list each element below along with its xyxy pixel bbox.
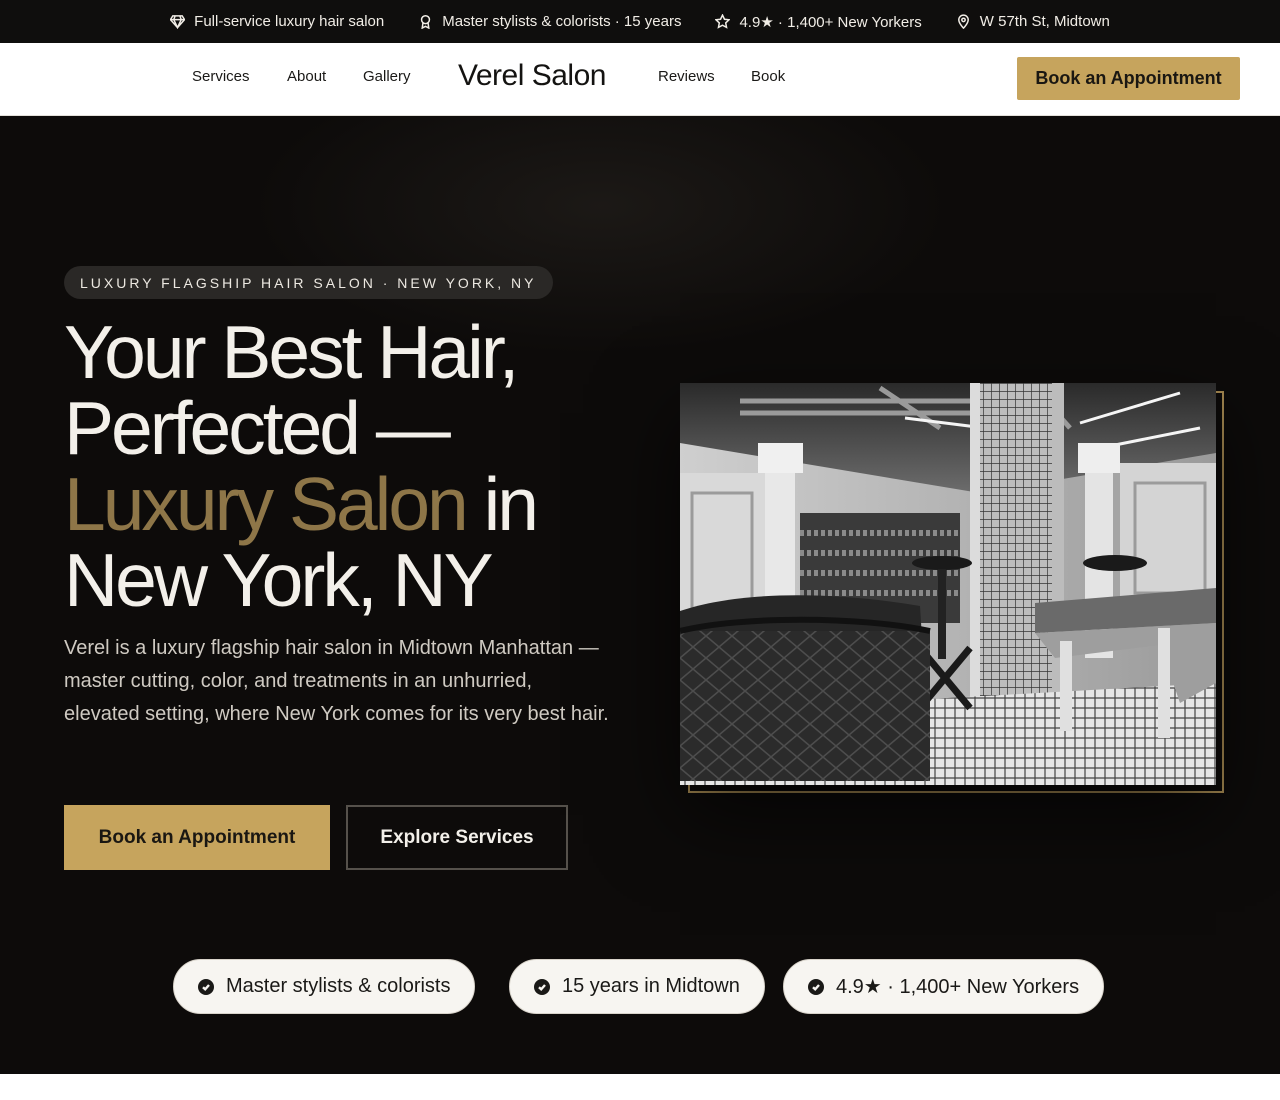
badge-text: 15 years in Midtown	[562, 975, 740, 997]
nav-book-appointment-button[interactable]: Book an Appointment	[1017, 57, 1240, 100]
main-nav: Services About Gallery Verel Salon Revie…	[0, 43, 1280, 116]
check-circle-icon	[198, 978, 214, 995]
check-circle-icon	[808, 978, 824, 995]
nav-link-gallery[interactable]: Gallery	[363, 68, 411, 85]
hero-headline: Your Best Hair, Perfected — Luxury Salon…	[64, 314, 664, 618]
headline-line-4: New York, NY	[64, 538, 494, 622]
headline-line-1: Your Best Hair,	[64, 310, 519, 394]
site-logo[interactable]: Verel Salon	[458, 59, 606, 93]
topbar-item-service: Full-service luxury hair salon	[170, 13, 384, 30]
award-icon	[421, 14, 431, 29]
location-pin-icon	[957, 14, 969, 29]
salon-interior-photo	[680, 383, 1216, 785]
headline-line-2: Perfected —	[64, 386, 451, 470]
topbar-item-stylists: Master stylists & colorists · 15 years	[418, 13, 681, 30]
headline-after-gold: in	[465, 462, 539, 546]
badge-text: Master stylists & colorists	[226, 975, 451, 997]
hero-section: LUXURY FLAGSHIP HAIR SALON · NEW YORK, N…	[0, 116, 1280, 1074]
nav-link-services[interactable]: Services	[192, 68, 250, 85]
headline-gold-text: Luxury Salon	[64, 462, 469, 546]
nav-link-book[interactable]: Book	[751, 68, 785, 85]
badge-text: 4.9★ · 1,400+ New Yorkers	[836, 976, 1080, 998]
diamond-icon	[170, 15, 186, 29]
topbar-item-location: W 57th St, Midtown	[956, 13, 1110, 30]
topbar-text: Full-service luxury hair salon	[194, 13, 385, 30]
topbar-text: 4.9★ · 1,400+ New Yorkers	[739, 13, 922, 31]
star-icon	[715, 14, 731, 29]
nav-link-reviews[interactable]: Reviews	[658, 68, 715, 85]
announcement-bar: Full-service luxury hair salon Master st…	[0, 0, 1280, 43]
hero-book-appointment-button[interactable]: Book an Appointment	[64, 805, 330, 870]
badge-master-stylists: Master stylists & colorists	[173, 959, 476, 1014]
nav-link-about[interactable]: About	[287, 68, 326, 85]
topbar-text: Master stylists & colorists · 15 years	[442, 13, 682, 30]
check-circle-icon	[534, 978, 550, 995]
badge-rating: 4.9★ · 1,400+ New Yorkers	[783, 959, 1105, 1014]
topbar-item-rating: 4.9★ · 1,400+ New Yorkers	[715, 13, 922, 31]
hero-lead-paragraph: Verel is a luxury flagship hair salon in…	[64, 637, 609, 725]
badge-years-midtown: 15 years in Midtown	[509, 959, 765, 1014]
explore-services-button[interactable]: Explore Services	[346, 805, 568, 870]
topbar-text: W 57th St, Midtown	[979, 13, 1110, 30]
hero-eyebrow: LUXURY FLAGSHIP HAIR SALON · NEW YORK, N…	[64, 266, 553, 299]
